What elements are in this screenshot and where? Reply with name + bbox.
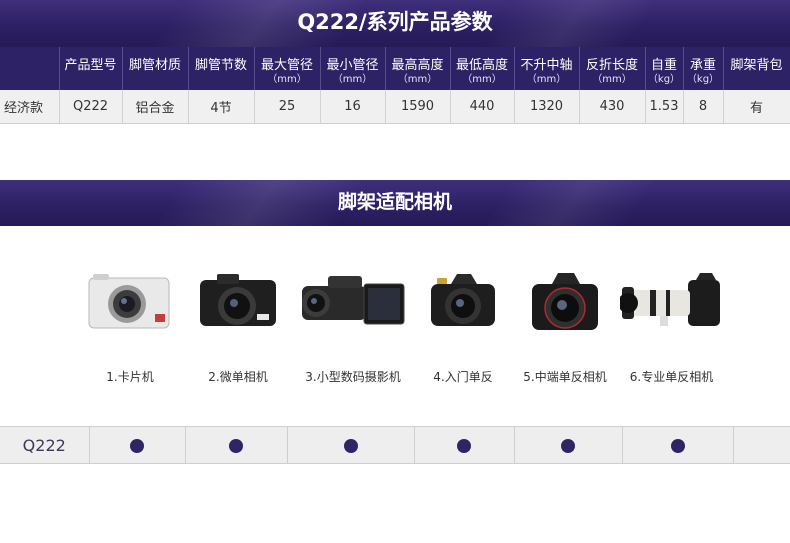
spec-header-weight: 自重 （kg） bbox=[645, 47, 684, 90]
spec-header-bag: 脚架背包 bbox=[723, 47, 790, 90]
camera-list: 1.卡片机 2.微单相机 3.小型数码摄影机 4.入门单反 5.中端单反相机 6… bbox=[0, 270, 790, 390]
spec-header-blank bbox=[0, 47, 60, 90]
spec-cell-model: Q222 bbox=[59, 90, 123, 124]
supported-dot-icon bbox=[130, 439, 144, 453]
pro-dslr-telephoto-icon bbox=[619, 273, 720, 326]
supported-dot-icon bbox=[343, 439, 358, 453]
spec-header-sections: 脚管节数 bbox=[188, 47, 255, 90]
camera-item-camcorder: 3.小型数码摄影机 bbox=[288, 270, 418, 384]
camera-label: 4.入门单反 bbox=[433, 370, 493, 384]
spec-cell-min-tube: 16 bbox=[320, 90, 386, 124]
camera-item-midrange-dslr: 5.中端单反相机 bbox=[510, 270, 620, 384]
spec-header-max-height: 最高高度 （mm） bbox=[385, 47, 451, 90]
spec-cell-material: 铝合金 bbox=[122, 90, 189, 124]
spec-cell-bag: 有 bbox=[723, 90, 790, 124]
supported-dot-icon bbox=[670, 439, 685, 453]
compatibility-table: Q222 bbox=[0, 426, 790, 464]
spec-cell-max-height: 1590 bbox=[385, 90, 451, 124]
spec-cell-max-tube: 25 bbox=[254, 90, 321, 124]
spec-header-min-height: 最低高度 （mm） bbox=[450, 47, 515, 90]
spec-title: Q222/系列产品参数 bbox=[297, 10, 493, 34]
spec-cell-folded-length: 430 bbox=[579, 90, 646, 124]
spec-cell-edition: 经济款 bbox=[0, 90, 60, 124]
compatibility-cell bbox=[414, 426, 515, 464]
compatibility-cell-empty bbox=[733, 426, 790, 464]
camera-label: 6.专业单反相机 bbox=[629, 370, 714, 384]
spec-cell-load: 8 bbox=[683, 90, 724, 124]
compatibility-row: Q222 bbox=[0, 426, 790, 464]
spec-header-row: 产品型号 脚管材质 脚管节数 最大管径 （mm） 最小管径 （mm） 最高高度 （mm… bbox=[0, 47, 790, 90]
compatibility-model: Q222 bbox=[0, 426, 90, 464]
supported-dot-icon bbox=[457, 439, 471, 453]
compatibility-cell bbox=[287, 426, 415, 464]
compact-camera-icon bbox=[88, 274, 170, 329]
compatibility-cell bbox=[622, 426, 734, 464]
entry-dslr-icon bbox=[431, 274, 495, 326]
spec-header-max-tube: 最大管径 （mm） bbox=[254, 47, 321, 90]
supported-dot-icon bbox=[561, 439, 575, 453]
spec-cell-no-column: 1320 bbox=[514, 90, 580, 124]
camera-title: 脚架适配相机 bbox=[337, 191, 452, 213]
camera-item-pro-dslr: 6.专业单反相机 bbox=[614, 270, 729, 384]
camera-item-compact: 1.卡片机 bbox=[80, 270, 180, 384]
spec-header-min-tube: 最小管径 （mm） bbox=[320, 47, 386, 90]
compatibility-cell bbox=[89, 426, 186, 464]
mirrorless-camera-icon bbox=[200, 274, 276, 326]
spec-header-load: 承重 （kg） bbox=[683, 47, 724, 90]
spec-table: 产品型号 脚管材质 脚管节数 最大管径 （mm） 最小管径 （mm） 最高高度 （mm… bbox=[0, 47, 790, 124]
camera-banner: 脚架适配相机 bbox=[0, 180, 790, 226]
supported-dot-icon bbox=[229, 439, 243, 453]
midrange-dslr-icon bbox=[532, 273, 598, 330]
camera-item-mirrorless: 2.微单相机 bbox=[188, 270, 288, 384]
spec-header-no-column: 不升中轴 （mm） bbox=[514, 47, 580, 90]
spec-data-row: 经济款 Q222 铝合金 4节 25 16 1590 440 1320 430 … bbox=[0, 90, 790, 124]
camcorder-icon bbox=[302, 276, 405, 325]
camera-item-entry-dslr: 4.入门单反 bbox=[418, 270, 508, 384]
spec-banner: Q222/系列产品参数 bbox=[0, 0, 790, 47]
camera-label: 3.小型数码摄影机 bbox=[305, 370, 401, 384]
spec-header-folded-length: 反折长度 （mm） bbox=[579, 47, 646, 90]
compatibility-cell bbox=[185, 426, 288, 464]
camera-label: 1.卡片机 bbox=[106, 370, 154, 384]
spec-header-model: 产品型号 bbox=[59, 47, 123, 90]
spec-cell-min-height: 440 bbox=[450, 90, 515, 124]
camera-label: 5.中端单反相机 bbox=[523, 370, 607, 384]
spec-cell-sections: 4节 bbox=[188, 90, 255, 124]
camera-label: 2.微单相机 bbox=[208, 370, 268, 384]
compatibility-cell bbox=[514, 426, 623, 464]
spec-header-material: 脚管材质 bbox=[122, 47, 189, 90]
spec-cell-weight: 1.53 bbox=[645, 90, 684, 124]
